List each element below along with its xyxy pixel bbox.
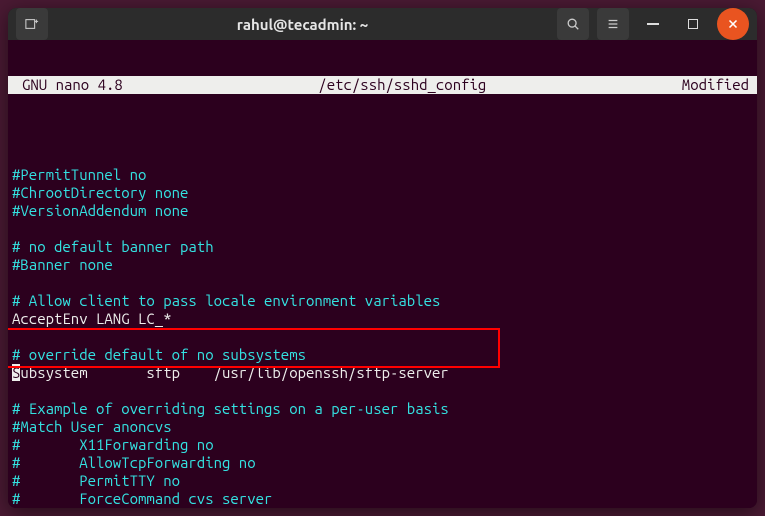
search-icon [566, 17, 580, 31]
config-line: # Example of overriding settings on a pe… [12, 400, 449, 417]
config-line: # Allow client to pass locale environmen… [12, 292, 440, 309]
maximize-icon [688, 19, 698, 29]
close-button[interactable] [717, 8, 749, 40]
editor-content[interactable]: #PermitTunnel no #ChrootDirectory none #… [8, 148, 757, 508]
config-line: AcceptEnv LANG LC_* [12, 310, 172, 327]
menu-button[interactable] [597, 8, 629, 40]
config-line: #VersionAddendum none [12, 202, 188, 219]
nano-header: GNU nano 4.8 /etc/ssh/sshd_config Modifi… [8, 76, 757, 94]
maximize-button[interactable] [677, 8, 709, 40]
nano-file-path: /etc/ssh/sshd_config [123, 76, 682, 94]
titlebar: rahul@tecadmin: ~ [8, 8, 757, 40]
hamburger-icon [606, 17, 620, 31]
config-line: #PermitTunnel no [12, 166, 146, 183]
config-line: # override default of no subsystems [12, 346, 306, 363]
config-line: # PermitTTY no [12, 472, 180, 489]
config-line: # AllowTcpForwarding no [12, 454, 256, 471]
nano-modified: Modified [682, 76, 753, 94]
config-line: # no default banner path [12, 238, 214, 255]
minimize-button[interactable] [637, 8, 669, 40]
tab-plus-icon [25, 17, 39, 31]
terminal-window: rahul@tecadmin: ~ GNU nano 4.8 /etc/ssh/… [8, 8, 757, 508]
config-line: #ChrootDirectory none [12, 184, 188, 201]
new-tab-button[interactable] [16, 8, 48, 40]
config-line: #Match User anoncvs [12, 418, 172, 435]
search-button[interactable] [557, 8, 589, 40]
close-icon [726, 17, 740, 31]
config-line: # X11Forwarding no [12, 436, 214, 453]
config-line: #Banner none [12, 256, 113, 273]
minimize-icon [647, 23, 659, 25]
window-title: rahul@tecadmin: ~ [58, 16, 547, 33]
subsystem-line: Subsystem sftp /usr/lib/openssh/sftp-ser… [12, 364, 449, 381]
config-line: # ForceCommand cvs server [12, 490, 272, 507]
nano-version: GNU nano 4.8 [12, 76, 123, 94]
terminal-content[interactable]: GNU nano 4.8 /etc/ssh/sshd_config Modifi… [8, 40, 757, 508]
